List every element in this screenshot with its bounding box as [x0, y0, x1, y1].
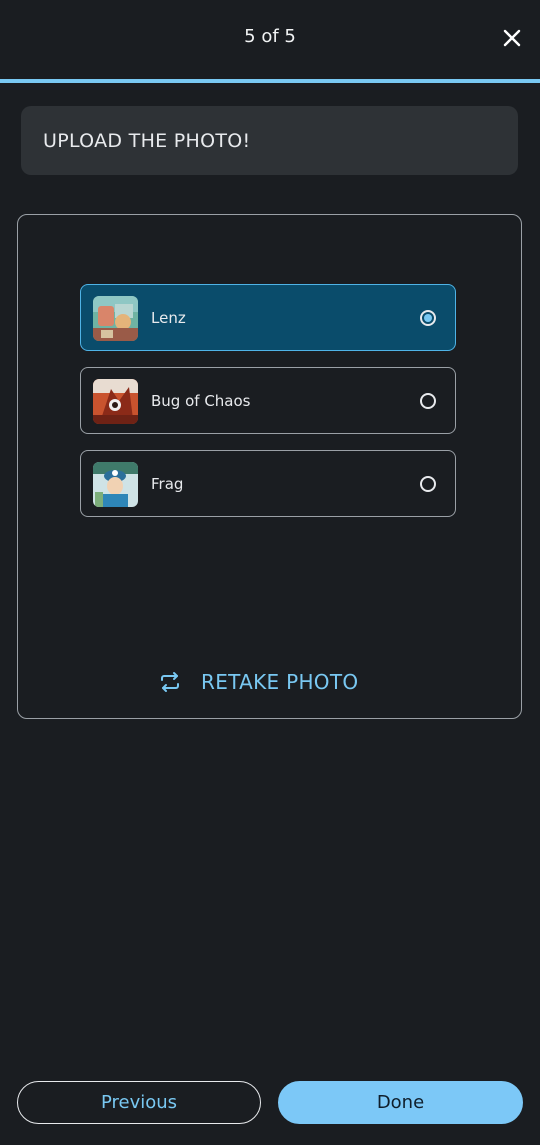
selection-card: Lenz Bug of Chaos Frag RETAKE PHOTO [17, 214, 522, 719]
prompt-banner: UPLOAD THE PHOTO! [21, 106, 518, 175]
retake-photo-label: RETAKE PHOTO [201, 670, 359, 694]
header: 5 of 5 [0, 0, 540, 80]
radio-unselected[interactable] [420, 393, 436, 409]
step-counter: 5 of 5 [244, 26, 296, 47]
avatar-thumbnail [93, 296, 138, 341]
option-label: Lenz [151, 309, 186, 327]
avatar-thumbnail [93, 379, 138, 424]
close-icon[interactable] [500, 26, 524, 50]
prompt-title: UPLOAD THE PHOTO! [43, 130, 251, 152]
repeat-icon [158, 670, 182, 694]
option-label: Frag [151, 475, 184, 493]
progress-fill [0, 79, 540, 83]
radio-selected[interactable] [420, 310, 436, 326]
option-lenz[interactable]: Lenz [80, 284, 456, 351]
option-frag[interactable]: Frag [80, 450, 456, 517]
radio-unselected[interactable] [420, 476, 436, 492]
option-bug-of-chaos[interactable]: Bug of Chaos [80, 367, 456, 434]
done-button[interactable]: Done [278, 1081, 523, 1124]
previous-button[interactable]: Previous [17, 1081, 261, 1124]
avatar-thumbnail [93, 462, 138, 507]
option-label: Bug of Chaos [151, 392, 251, 410]
progress-bar [0, 79, 540, 83]
